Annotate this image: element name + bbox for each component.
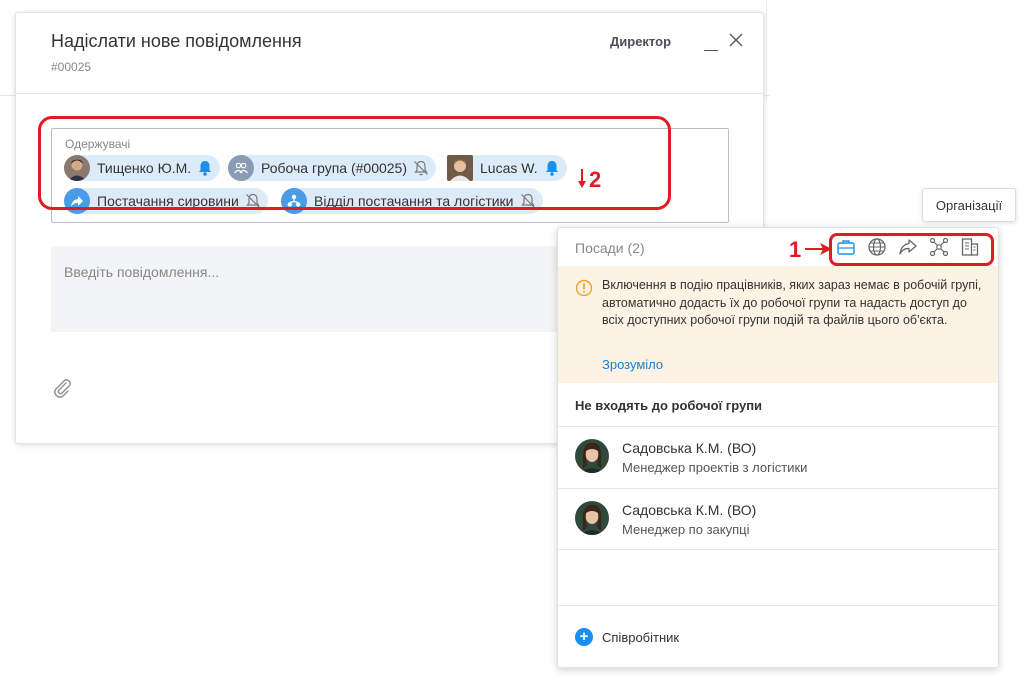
department-icon bbox=[281, 188, 307, 214]
avatar bbox=[575, 439, 609, 473]
avatar bbox=[64, 155, 90, 181]
message-placeholder: Введіть повідомлення... bbox=[64, 264, 220, 280]
dialog-title: Надіслати нове повідомлення bbox=[51, 31, 302, 51]
bell-icon[interactable] bbox=[543, 159, 561, 177]
dialog-number: #00025 bbox=[51, 60, 92, 74]
divider bbox=[558, 549, 998, 550]
panel-toolbar bbox=[835, 236, 990, 258]
person-name: Садовська К.М. (ВО) bbox=[622, 440, 757, 456]
recipient-label: Постачання сировини bbox=[97, 193, 239, 209]
divider bbox=[558, 605, 998, 606]
add-employee-button[interactable]: + Співробітник bbox=[575, 628, 679, 646]
got-it-link[interactable]: Зрозуміло bbox=[602, 357, 663, 372]
positions-panel: Посади (2) Включення в подію працівників… bbox=[557, 227, 999, 668]
recipient-label: Відділ постачання та логістики bbox=[314, 193, 514, 209]
warning-icon bbox=[575, 279, 593, 297]
document-icon[interactable] bbox=[959, 236, 981, 258]
recipients-field[interactable]: Одержувачі Тищенко Ю.М. Робоча група (#0… bbox=[51, 128, 729, 223]
plus-icon: + bbox=[575, 628, 593, 646]
section-title: Не входять до робочої групи bbox=[575, 398, 763, 413]
recipient-chip[interactable]: Постачання сировини bbox=[64, 188, 268, 214]
person-name: Садовська К.М. (ВО) bbox=[622, 502, 757, 518]
panel-title: Посади (2) bbox=[575, 240, 645, 256]
minimize-button[interactable] bbox=[704, 37, 718, 51]
avatar bbox=[447, 155, 473, 181]
recipients-label: Одержувачі bbox=[65, 137, 131, 151]
recipient-chip[interactable]: Робоча група (#00025) bbox=[228, 155, 437, 181]
warning-text: Включення в подію працівників, яких зара… bbox=[602, 278, 982, 327]
bell-off-icon[interactable] bbox=[412, 159, 430, 177]
recipient-label: Lucas W. bbox=[480, 160, 538, 176]
person-role: Менеджер проектів з логістики bbox=[622, 460, 808, 475]
recipient-label: Робоча група (#00025) bbox=[261, 160, 408, 176]
recipient-chip[interactable]: Lucas W. bbox=[447, 155, 567, 181]
bell-off-icon[interactable] bbox=[519, 192, 537, 210]
bell-icon[interactable] bbox=[196, 159, 214, 177]
organizations-tooltip: Організації bbox=[922, 188, 1016, 222]
add-employee-label: Співробітник bbox=[602, 629, 680, 645]
share-icon[interactable] bbox=[897, 236, 919, 258]
workgroup-warning: Включення в подію працівників, яких зара… bbox=[558, 266, 998, 383]
recipient-chip[interactable]: Відділ постачання та логістики bbox=[281, 188, 543, 214]
list-item[interactable]: Садовська К.М. (ВО) Менеджер по закупці bbox=[558, 489, 998, 549]
forward-icon bbox=[64, 188, 90, 214]
header-divider bbox=[16, 93, 763, 94]
avatar bbox=[575, 501, 609, 535]
annotation-2: 2 bbox=[578, 167, 602, 193]
annotation-1: 1 bbox=[789, 237, 802, 262]
close-icon bbox=[729, 33, 743, 47]
role-selector[interactable]: Директор bbox=[610, 34, 671, 49]
background-divider bbox=[766, 0, 767, 100]
paperclip-icon bbox=[54, 379, 71, 398]
group-icon bbox=[228, 155, 254, 181]
person-role: Менеджер по закупці bbox=[622, 522, 750, 537]
briefcase-icon[interactable] bbox=[835, 236, 857, 258]
bell-off-icon[interactable] bbox=[244, 192, 262, 210]
recipient-chip[interactable]: Тищенко Ю.М. bbox=[64, 155, 221, 181]
list-item[interactable]: Садовська К.М. (ВО) Менеджер проектів з … bbox=[558, 427, 998, 487]
close-button[interactable] bbox=[728, 32, 744, 48]
arrow-right-icon bbox=[805, 243, 832, 255]
globe-icon[interactable] bbox=[866, 236, 888, 258]
network-icon[interactable] bbox=[928, 236, 950, 258]
annotation-2-label: 2 bbox=[589, 167, 602, 192]
recipient-label: Тищенко Ю.М. bbox=[97, 160, 192, 176]
attach-button[interactable] bbox=[51, 377, 73, 399]
